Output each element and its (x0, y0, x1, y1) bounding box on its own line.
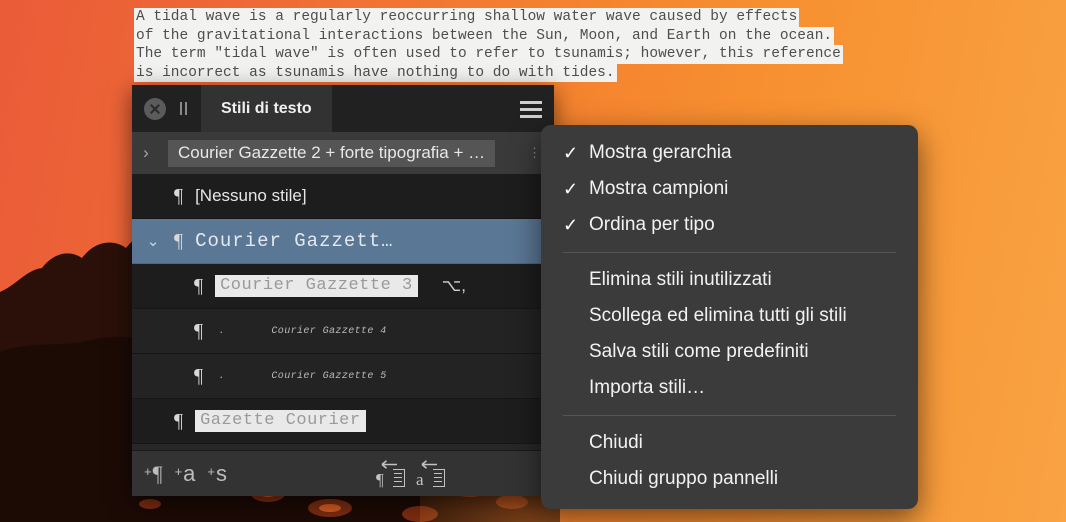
new-style-set-button[interactable]: + s (207, 460, 227, 486)
checkmark-icon: ✓ (563, 178, 579, 199)
menu-item-chiudi-gruppo-pannelli[interactable]: Chiudi gruppo pannelli (541, 461, 918, 497)
document-text-line: A tidal wave is a regularly reoccurring … (134, 8, 800, 27)
checkmark-placeholder-icon (563, 270, 587, 291)
pilcrow-icon: ¶ (194, 319, 204, 342)
menu-item-ordina-per-tipo[interactable]: ✓ Ordina per tipo (541, 207, 918, 243)
style-group-row[interactable]: › Courier Gazzette 2 + forte tipografia … (132, 132, 554, 174)
menu-item-mostra-campioni[interactable]: ✓ Mostra campioni (541, 171, 918, 207)
list-item[interactable]: ¶ [Nessuno stile] (132, 174, 554, 219)
checkmark-icon: ✓ (563, 142, 579, 163)
style-swatch-dot: · (219, 323, 224, 339)
clear-paragraph-overrides-button[interactable]: ¶ (376, 459, 406, 489)
pilcrow-icon: ¶ (174, 409, 184, 432)
menu-item-scollega-ed-elimina[interactable]: Scollega ed elimina tutti gli stili (541, 298, 918, 334)
menu-item-label: Mostra gerarchia (589, 142, 732, 163)
menu-item-label: Salva stili come predefiniti (589, 341, 809, 362)
menu-item-mostra-gerarchia[interactable]: ✓ Mostra gerarchia (541, 135, 918, 171)
list-item[interactable]: ¶ Courier Gazzette 3 ⌥, (132, 264, 554, 309)
menu-separator (563, 415, 896, 416)
panel-bottom-toolbar: + ¶ + a + s ¶ a (132, 450, 554, 496)
new-character-style-button[interactable]: + a (174, 460, 196, 486)
chevron-down-icon[interactable]: ⌄ (132, 232, 174, 250)
pilcrow-icon: ¶ (194, 364, 204, 387)
menu-item-label: Chiudi (589, 432, 643, 453)
style-group-label: Courier Gazzette 2 + forte tipografia + … (168, 139, 496, 167)
style-swatch-dot: · (219, 368, 224, 384)
plus-icon: + (174, 463, 183, 479)
list-item-label[interactable]: Courier Gazzette 3 (215, 275, 418, 297)
menu-item-elimina-stili-inutilizzati[interactable]: Elimina stili inutilizzati (541, 262, 918, 298)
list-item[interactable]: ⌄ ¶ Courier Gazzett… (132, 219, 554, 264)
plus-icon: + (144, 463, 152, 479)
menu-item-label: Chiudi gruppo pannelli (589, 468, 779, 489)
arrow-left-icon (421, 459, 437, 469)
letter-a-icon: a (183, 460, 196, 486)
document-text-line: of the gravitational interactions betwee… (134, 26, 835, 45)
toolbar-right-group: ¶ a (376, 459, 446, 489)
panel-grip-icon[interactable] (180, 102, 187, 115)
checkmark-placeholder-icon (563, 469, 587, 490)
letter-s-icon: s (216, 460, 227, 486)
list-item-label: Courier Gazzett… (195, 230, 394, 252)
menu-item-chiudi[interactable]: Chiudi (541, 425, 918, 461)
styles-list: ¶ [Nessuno stile] ⌄ ¶ Courier Gazzett… ¶… (132, 174, 554, 444)
menu-item-label: Importa stili… (589, 377, 706, 398)
menu-item-importa-stili[interactable]: Importa stili… (541, 370, 918, 406)
panel-options-menu: ✓ Mostra gerarchia ✓ Mostra campioni ✓ O… (541, 125, 918, 509)
menu-item-label: Scollega ed elimina tutti gli stili (589, 305, 847, 326)
desktop-background: A tidal wave is a regularly reoccurring … (0, 0, 1066, 522)
menu-item-salva-stili-predefiniti[interactable]: Salva stili come predefiniti (541, 334, 918, 370)
list-item-label: Courier Gazzette 4 (271, 325, 387, 337)
tab-stili-di-testo[interactable]: Stili di testo (201, 85, 332, 132)
list-item-label[interactable]: Gazette Courier (195, 410, 366, 432)
pilcrow-icon: ¶ (376, 469, 384, 489)
pilcrow-icon: ¶ (194, 274, 204, 297)
document-text-line: is incorrect as tsunamis have nothing to… (134, 63, 617, 82)
menu-item-label: Mostra campioni (589, 178, 729, 199)
list-item[interactable]: ¶ · Courier Gazzette 5 (132, 354, 554, 399)
list-item-label: [Nessuno stile] (195, 186, 307, 205)
list-item-label: Courier Gazzette 5 (271, 370, 387, 382)
clear-character-overrides-button[interactable]: a (416, 459, 446, 489)
hamburger-menu-icon[interactable] (516, 97, 546, 121)
close-circle-icon[interactable] (144, 97, 166, 120)
list-item[interactable]: ¶ · Courier Gazzette 4 (132, 309, 554, 354)
pilcrow-icon: ¶ (174, 229, 184, 252)
list-item[interactable]: ¶ Gazette Courier (132, 399, 554, 444)
checkmark-icon: ✓ (563, 214, 579, 235)
menu-item-label: Ordina per tipo (589, 214, 715, 235)
chevron-right-icon[interactable]: › (132, 143, 160, 163)
panel-tab-bar: Stili di testo (132, 85, 554, 132)
pilcrow-icon: ¶ (174, 184, 184, 207)
menu-item-label: Elimina stili inutilizzati (589, 269, 772, 290)
letter-a-icon: a (416, 469, 424, 489)
document-text-block: A tidal wave is a regularly reoccurring … (134, 8, 843, 82)
checkmark-placeholder-icon (563, 378, 587, 399)
document-lines-icon (393, 468, 405, 487)
option-key-shortcut: ⌥, (441, 276, 466, 295)
arrow-left-icon (381, 459, 397, 469)
checkmark-placeholder-icon (563, 433, 587, 454)
checkmark-placeholder-icon (563, 342, 587, 363)
checkmark-placeholder-icon (563, 306, 587, 327)
plus-icon: + (207, 463, 215, 479)
document-lines-icon (433, 468, 445, 487)
new-paragraph-style-button[interactable]: + ¶ (144, 460, 163, 486)
document-text-line: The term "tidal wave" is often used to r… (134, 45, 843, 64)
menu-separator (563, 252, 896, 253)
overflow-dots-icon[interactable]: ⋮ (528, 145, 542, 161)
tab-label: Stili di testo (221, 99, 312, 117)
text-styles-panel: Stili di testo › Courier Gazzette 2 + fo… (132, 85, 554, 496)
pilcrow-icon: ¶ (152, 460, 163, 486)
